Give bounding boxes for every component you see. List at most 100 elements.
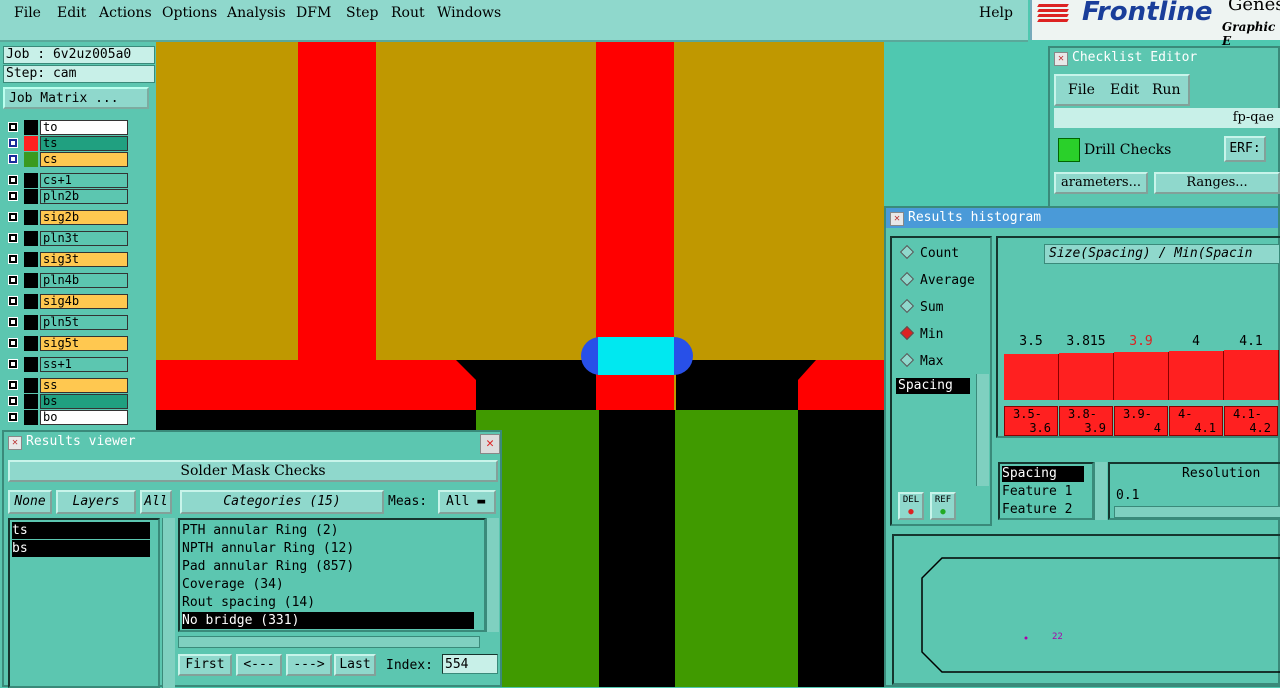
layer-checkbox[interactable]: [8, 296, 18, 306]
menu-step[interactable]: Step: [346, 5, 378, 21]
radio-max[interactable]: Max: [899, 352, 943, 369]
measure-scrollbar[interactable]: [1094, 462, 1107, 520]
layer-color-swatch[interactable]: [24, 210, 38, 225]
radio-sum[interactable]: Sum: [899, 298, 943, 315]
category-item[interactable]: No bridge (331): [182, 612, 474, 629]
layers-button[interactable]: Layers: [56, 490, 136, 514]
layer-row-sig2b[interactable]: sig2b: [4, 210, 128, 225]
histogram-bar[interactable]: [1224, 350, 1279, 400]
layer-row-bo[interactable]: bo: [4, 410, 128, 425]
drill-checks-icon[interactable]: [1058, 138, 1080, 162]
layer-color-swatch[interactable]: [24, 152, 38, 167]
measure-feature2[interactable]: Feature 2: [1002, 502, 1072, 518]
layer-row-pln4b[interactable]: pln4b: [4, 273, 128, 288]
viewer-title-bar[interactable]: ✕ Results viewer: [4, 432, 500, 452]
next-button[interactable]: --->: [286, 654, 332, 676]
layer-checkbox[interactable]: [8, 254, 18, 264]
measure-spacing[interactable]: Spacing: [1002, 466, 1084, 482]
layer-name[interactable]: sig4b: [40, 294, 128, 309]
layer-row-sig3t[interactable]: sig3t: [4, 252, 128, 267]
layer-row-to[interactable]: to: [4, 120, 128, 135]
layer-name[interactable]: pln3t: [40, 231, 128, 246]
layer-checkbox[interactable]: [8, 412, 18, 422]
ref-button[interactable]: REF ●: [930, 492, 956, 520]
layer-name[interactable]: sig3t: [40, 252, 128, 267]
close-icon[interactable]: ✕: [890, 212, 904, 226]
histogram-title-bar[interactable]: ✕ Results histogram: [886, 208, 1278, 228]
layer-color-swatch[interactable]: [24, 357, 38, 372]
radio-count[interactable]: Count: [899, 244, 959, 261]
layer-row-csplus1[interactable]: cs+1: [4, 173, 128, 188]
layer-name[interactable]: to: [40, 120, 128, 135]
layer-name[interactable]: bs: [40, 394, 128, 409]
layer-name[interactable]: bo: [40, 410, 128, 425]
menu-file[interactable]: File: [14, 5, 41, 21]
menu-edit[interactable]: Edit: [57, 5, 86, 21]
layer-row-pln3t[interactable]: pln3t: [4, 231, 128, 246]
layer-name[interactable]: cs: [40, 152, 128, 167]
category-scrollbar[interactable]: [486, 518, 499, 632]
checklist-menu-run[interactable]: Run: [1152, 82, 1181, 98]
layer-name[interactable]: ss+1: [40, 357, 128, 372]
histogram-bar[interactable]: [1059, 353, 1114, 400]
layer-color-swatch[interactable]: [24, 336, 38, 351]
layer-row-sig4b[interactable]: sig4b: [4, 294, 128, 309]
layer-checkbox[interactable]: [8, 191, 18, 201]
layer-color-swatch[interactable]: [24, 120, 38, 135]
meas-select[interactable]: All ▬: [438, 490, 496, 514]
layer-checkbox[interactable]: [8, 212, 18, 222]
layer-color-swatch[interactable]: [24, 378, 38, 393]
layer-row-bs[interactable]: bs: [4, 394, 128, 409]
measure-feature1[interactable]: Feature 1: [1002, 484, 1072, 500]
layer-row-pln5t[interactable]: pln5t: [4, 315, 128, 330]
layer-checkbox[interactable]: [8, 338, 18, 348]
category-item[interactable]: Coverage (34): [182, 576, 474, 593]
type-scrollbar[interactable]: [976, 374, 989, 486]
category-item[interactable]: Rout spacing (14): [182, 594, 474, 611]
index-input[interactable]: [442, 654, 498, 674]
none-button[interactable]: None: [8, 490, 52, 514]
category-item[interactable]: PTH annular Ring (2): [182, 522, 474, 539]
erf-button[interactable]: ERF:: [1224, 136, 1266, 162]
layer-color-swatch[interactable]: [24, 136, 38, 151]
layer-checkbox[interactable]: [8, 317, 18, 327]
all-button[interactable]: All: [140, 490, 172, 514]
layer-checkbox[interactable]: [8, 359, 18, 369]
layer-color-swatch[interactable]: [24, 273, 38, 288]
layer-checkbox[interactable]: [8, 122, 18, 132]
layer-color-swatch[interactable]: [24, 394, 38, 409]
ranges-button[interactable]: Ranges...: [1154, 172, 1280, 194]
layer-checkbox[interactable]: [8, 175, 18, 185]
close-icon[interactable]: ✕: [8, 436, 22, 450]
layer-row-ts[interactable]: ts: [4, 136, 128, 151]
category-item[interactable]: NPTH annular Ring (12): [182, 540, 474, 557]
type-list-item[interactable]: Spacing: [896, 378, 970, 394]
layer-row-sig5t[interactable]: sig5t: [4, 336, 128, 351]
layer-row-cs[interactable]: cs: [4, 152, 128, 167]
radio-average[interactable]: Average: [899, 271, 975, 288]
checklist-menu-edit[interactable]: Edit: [1110, 82, 1139, 98]
layer-checkbox[interactable]: [8, 275, 18, 285]
layer-result-ts[interactable]: ts: [12, 522, 150, 539]
layer-color-swatch[interactable]: [24, 173, 38, 188]
layer-color-swatch[interactable]: [24, 252, 38, 267]
viewer-close-icon[interactable]: ✕: [480, 434, 500, 454]
layer-name[interactable]: cs+1: [40, 173, 128, 188]
layer-result-scrollbar[interactable]: [162, 518, 175, 688]
menu-dfm[interactable]: DFM: [296, 5, 331, 21]
prev-button[interactable]: <---: [236, 654, 282, 676]
menu-options[interactable]: Options: [162, 5, 217, 21]
checklist-menu-file[interactable]: File: [1068, 82, 1095, 98]
first-button[interactable]: First: [178, 654, 232, 676]
layer-name[interactable]: sig5t: [40, 336, 128, 351]
layer-name[interactable]: pln2b: [40, 189, 128, 204]
checklist-title-bar[interactable]: ✕ Checklist Editor: [1050, 48, 1278, 68]
layer-checkbox[interactable]: [8, 154, 18, 164]
layer-checkbox[interactable]: [8, 138, 18, 148]
category-item[interactable]: Pad annular Ring (857): [182, 558, 474, 575]
radio-min[interactable]: Min: [899, 325, 943, 342]
job-matrix-button[interactable]: Job Matrix ...: [3, 87, 149, 109]
menu-analysis[interactable]: Analysis: [227, 5, 286, 21]
resolution-slider[interactable]: [1114, 506, 1280, 518]
menu-help[interactable]: Help: [979, 5, 1013, 21]
